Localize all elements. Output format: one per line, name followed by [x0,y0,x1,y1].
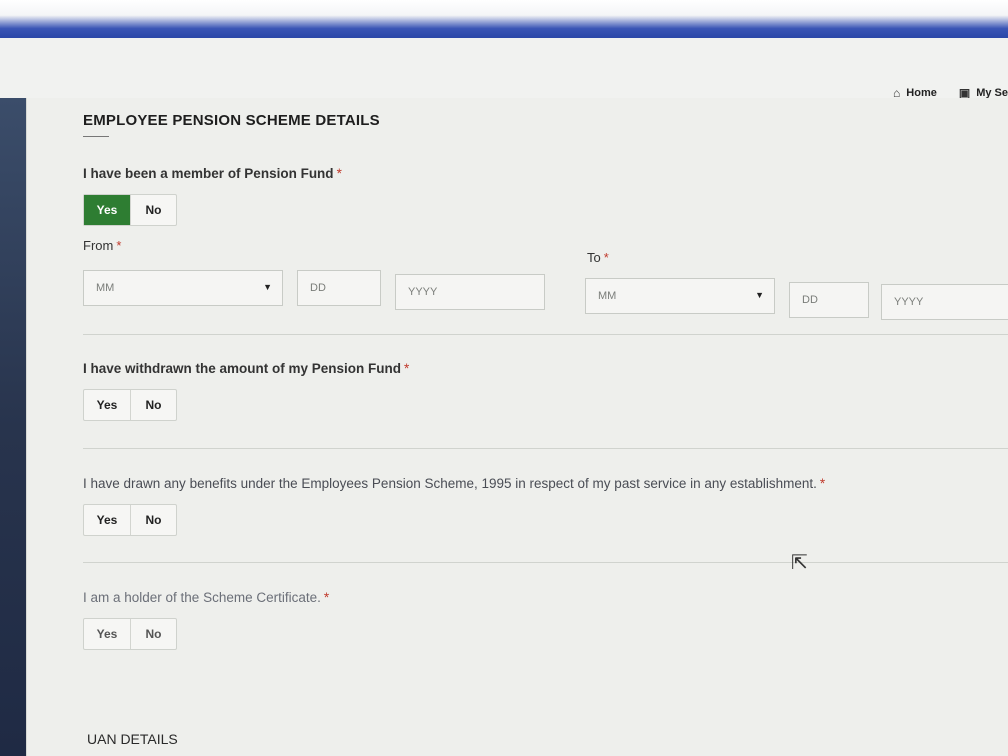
question-pension-member: I have been a member of Pension Fund * [83,166,342,181]
to-day-input[interactable]: DD [789,282,869,318]
browser-top-bar [0,0,1008,38]
question-eps-benefits: I have drawn any benefits under the Empl… [83,476,825,491]
mouse-pointer-icon: ⇱ [791,552,808,574]
question-scheme-certificate-label: I am a holder of the Scheme Certificate. [83,590,321,605]
question-pension-withdrawn: I have withdrawn the amount of my Pensio… [83,361,409,376]
to-year-input[interactable]: YYYY [881,284,1008,320]
pension-member-no-button[interactable]: No [130,195,176,225]
from-label: From * [83,238,121,253]
pension-withdrawn-toggle: Yes No [83,389,177,421]
scheme-certificate-no-button[interactable]: No [130,619,176,649]
scheme-certificate-yes-button[interactable]: Yes [84,619,130,649]
question-pension-member-label: I have been a member of Pension Fund [83,166,334,181]
pension-member-toggle: Yes No [83,194,177,226]
pension-withdrawn-no-button[interactable]: No [130,390,176,420]
required-star: * [404,361,410,376]
required-star: * [323,590,330,605]
from-year-input[interactable]: YYYY [395,274,545,310]
eps-benefits-no-button[interactable]: No [130,505,176,535]
site-header [0,38,1008,102]
pension-withdrawn-yes-button[interactable]: Yes [84,390,130,420]
question-pension-withdrawn-label: I have withdrawn the amount of my Pensio… [83,361,402,376]
required-star: * [116,238,122,253]
pension-form-panel: EMPLOYEE PENSION SCHEME DETAILS I have b… [26,98,1008,756]
uan-details-title: UAN DETAILS [87,731,178,747]
divider [83,448,1008,449]
eps-benefits-toggle: Yes No [83,504,177,536]
required-star: * [819,476,826,491]
divider [83,334,1008,335]
required-star: * [603,250,609,265]
divider [83,562,1008,563]
question-eps-benefits-label: I have drawn any benefits under the Empl… [83,476,817,491]
section-title: EMPLOYEE PENSION SCHEME DETAILS [83,112,380,129]
from-month-select[interactable]: MM [83,270,283,306]
from-label-text: From [83,238,114,253]
question-scheme-certificate: I am a holder of the Scheme Certificate.… [83,590,329,605]
to-label: To * [587,250,609,265]
left-background-strip [0,98,26,756]
from-day-input[interactable]: DD [297,270,381,306]
scheme-certificate-toggle: Yes No [83,618,177,650]
pension-member-yes-button[interactable]: Yes [84,195,130,225]
required-star: * [336,166,342,181]
to-month-select[interactable]: MM [585,278,775,314]
title-underline [83,136,109,137]
to-label-text: To [587,250,601,265]
eps-benefits-yes-button[interactable]: Yes [84,505,130,535]
